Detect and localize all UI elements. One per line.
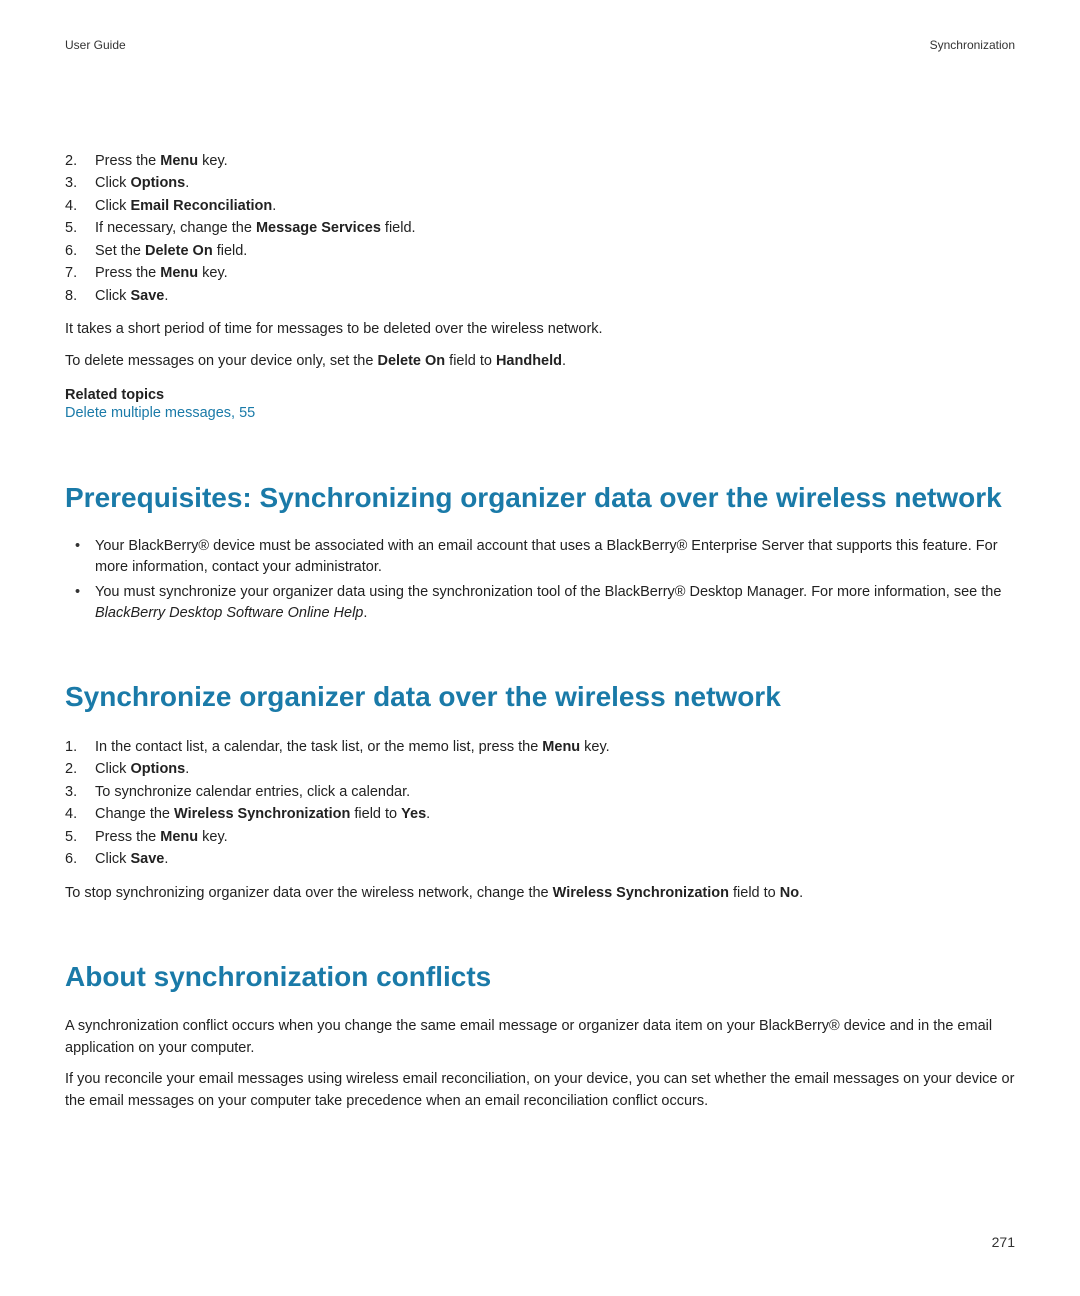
step-text-prefix: If necessary, change the xyxy=(95,220,256,236)
step-number: 5. xyxy=(65,826,87,848)
step-item: 5. If necessary, change the Message Servi… xyxy=(65,217,1015,239)
step-item: 8. Click Save. xyxy=(65,285,1015,307)
text-prefix: To delete messages on your device only, … xyxy=(65,353,377,369)
header-left: User Guide xyxy=(65,38,126,52)
step-text-suffix: key. xyxy=(198,829,228,845)
step-text-bold: Email Reconciliation xyxy=(130,198,272,214)
step-text-suffix: . xyxy=(426,806,430,822)
header-right: Synchronization xyxy=(930,38,1015,52)
step-item: 7. Press the Menu key. xyxy=(65,262,1015,284)
related-topics-heading: Related topics xyxy=(65,387,1015,403)
step-text-bold: Options xyxy=(130,175,185,191)
step-text-prefix: Click xyxy=(95,198,130,214)
paragraph: To delete messages on your device only, … xyxy=(65,351,1015,373)
section-heading-conflicts: About synchronization conflicts xyxy=(65,960,1015,994)
step-text-suffix: key. xyxy=(198,265,228,281)
step-text-prefix: To synchronize calendar entries, click a… xyxy=(95,784,410,800)
step-text-prefix: Set the xyxy=(95,243,145,259)
step-text-bold: Menu xyxy=(160,153,198,169)
step-item: 1. In the contact list, a calendar, the t… xyxy=(65,736,1015,758)
bullet-text-suffix: . xyxy=(363,605,367,621)
step-text-suffix: key. xyxy=(198,153,228,169)
text-mid: field to xyxy=(729,885,780,901)
bullet-item: Your BlackBerry® device must be associat… xyxy=(65,536,1015,578)
steps-list-2: 1. In the contact list, a calendar, the t… xyxy=(65,736,1015,871)
step-text-prefix: In the contact list, a calendar, the tas… xyxy=(95,739,542,755)
step-text-prefix: Click xyxy=(95,761,130,777)
step-item: 6. Set the Delete On field. xyxy=(65,240,1015,262)
step-number: 5. xyxy=(65,217,87,239)
text-bold: Handheld xyxy=(496,353,562,369)
step-number: 1. xyxy=(65,736,87,758)
step-text-suffix: field. xyxy=(381,220,416,236)
related-link[interactable]: Delete multiple messages, 55 xyxy=(65,403,1015,425)
step-text-bold: Menu xyxy=(160,829,198,845)
step-text-suffix: key. xyxy=(580,739,610,755)
step-item: 2. Press the Menu key. xyxy=(65,150,1015,172)
step-number: 8. xyxy=(65,285,87,307)
step-item: 4. Change the Wireless Synchronization fi… xyxy=(65,803,1015,825)
step-number: 6. xyxy=(65,848,87,870)
step-text-prefix: Press the xyxy=(95,153,160,169)
step-text-suffix: . xyxy=(164,288,168,304)
text-suffix: . xyxy=(562,353,566,369)
step-text-suffix: . xyxy=(185,761,189,777)
step-item: 2. Click Options. xyxy=(65,758,1015,780)
paragraph: A synchronization conflict occurs when y… xyxy=(65,1016,1015,1060)
step-text-bold: Menu xyxy=(160,265,198,281)
step-number: 3. xyxy=(65,172,87,194)
step-item: 3. To synchronize calendar entries, click… xyxy=(65,781,1015,803)
text-mid: field to xyxy=(445,353,496,369)
step-item: 3. Click Options. xyxy=(65,172,1015,194)
text-bold: Wireless Synchronization xyxy=(553,885,729,901)
text-bold: Delete On xyxy=(377,353,445,369)
step-text-suffix: . xyxy=(272,198,276,214)
step-number: 3. xyxy=(65,781,87,803)
step-number: 4. xyxy=(65,195,87,217)
bullet-item: You must synchronize your organizer data… xyxy=(65,582,1015,624)
step-text-bold: Wireless Synchronization xyxy=(174,806,350,822)
step-text-bold: Options xyxy=(130,761,185,777)
step-text-prefix: Press the xyxy=(95,829,160,845)
text-prefix: To stop synchronizing organizer data ove… xyxy=(65,885,553,901)
step-text-bold2: Yes xyxy=(401,806,426,822)
step-text-prefix: Click xyxy=(95,288,130,304)
bullet-text-prefix: You must synchronize your organizer data… xyxy=(95,584,1001,600)
bullet-text-italic: BlackBerry Desktop Software Online Help xyxy=(95,605,363,621)
step-text-prefix: Click xyxy=(95,175,130,191)
step-item: 5. Press the Menu key. xyxy=(65,826,1015,848)
paragraph: To stop synchronizing organizer data ove… xyxy=(65,883,1015,905)
step-text-prefix: Click xyxy=(95,851,130,867)
bullet-list: Your BlackBerry® device must be associat… xyxy=(65,536,1015,624)
step-number: 6. xyxy=(65,240,87,262)
page-number: 271 xyxy=(992,1234,1015,1250)
step-text-bold: Menu xyxy=(542,739,580,755)
step-text-bold: Save xyxy=(130,851,164,867)
step-number: 2. xyxy=(65,150,87,172)
step-text-bold: Delete On xyxy=(145,243,213,259)
paragraph: It takes a short period of time for mess… xyxy=(65,319,1015,341)
section-heading-prerequisites: Prerequisites: Synchronizing organizer d… xyxy=(65,481,1015,515)
steps-list-1: 2. Press the Menu key. 3. Click Options. 4… xyxy=(65,150,1015,307)
page-header: User Guide Synchronization xyxy=(65,38,1015,52)
step-item: 4. Click Email Reconciliation. xyxy=(65,195,1015,217)
paragraph: If you reconcile your email messages usi… xyxy=(65,1069,1015,1113)
step-number: 2. xyxy=(65,758,87,780)
step-text-suffix: . xyxy=(164,851,168,867)
step-text-prefix: Change the xyxy=(95,806,174,822)
step-item: 6. Click Save. xyxy=(65,848,1015,870)
step-number: 7. xyxy=(65,262,87,284)
step-text-bold: Save xyxy=(130,288,164,304)
section-heading-synchronize: Synchronize organizer data over the wire… xyxy=(65,680,1015,714)
step-text-mid: field to xyxy=(350,806,401,822)
text-suffix: . xyxy=(799,885,803,901)
bullet-text: Your BlackBerry® device must be associat… xyxy=(95,538,998,575)
step-text-prefix: Press the xyxy=(95,265,160,281)
step-text-suffix: field. xyxy=(213,243,248,259)
step-text-suffix: . xyxy=(185,175,189,191)
step-text-bold: Message Services xyxy=(256,220,381,236)
step-number: 4. xyxy=(65,803,87,825)
text-bold: No xyxy=(780,885,799,901)
